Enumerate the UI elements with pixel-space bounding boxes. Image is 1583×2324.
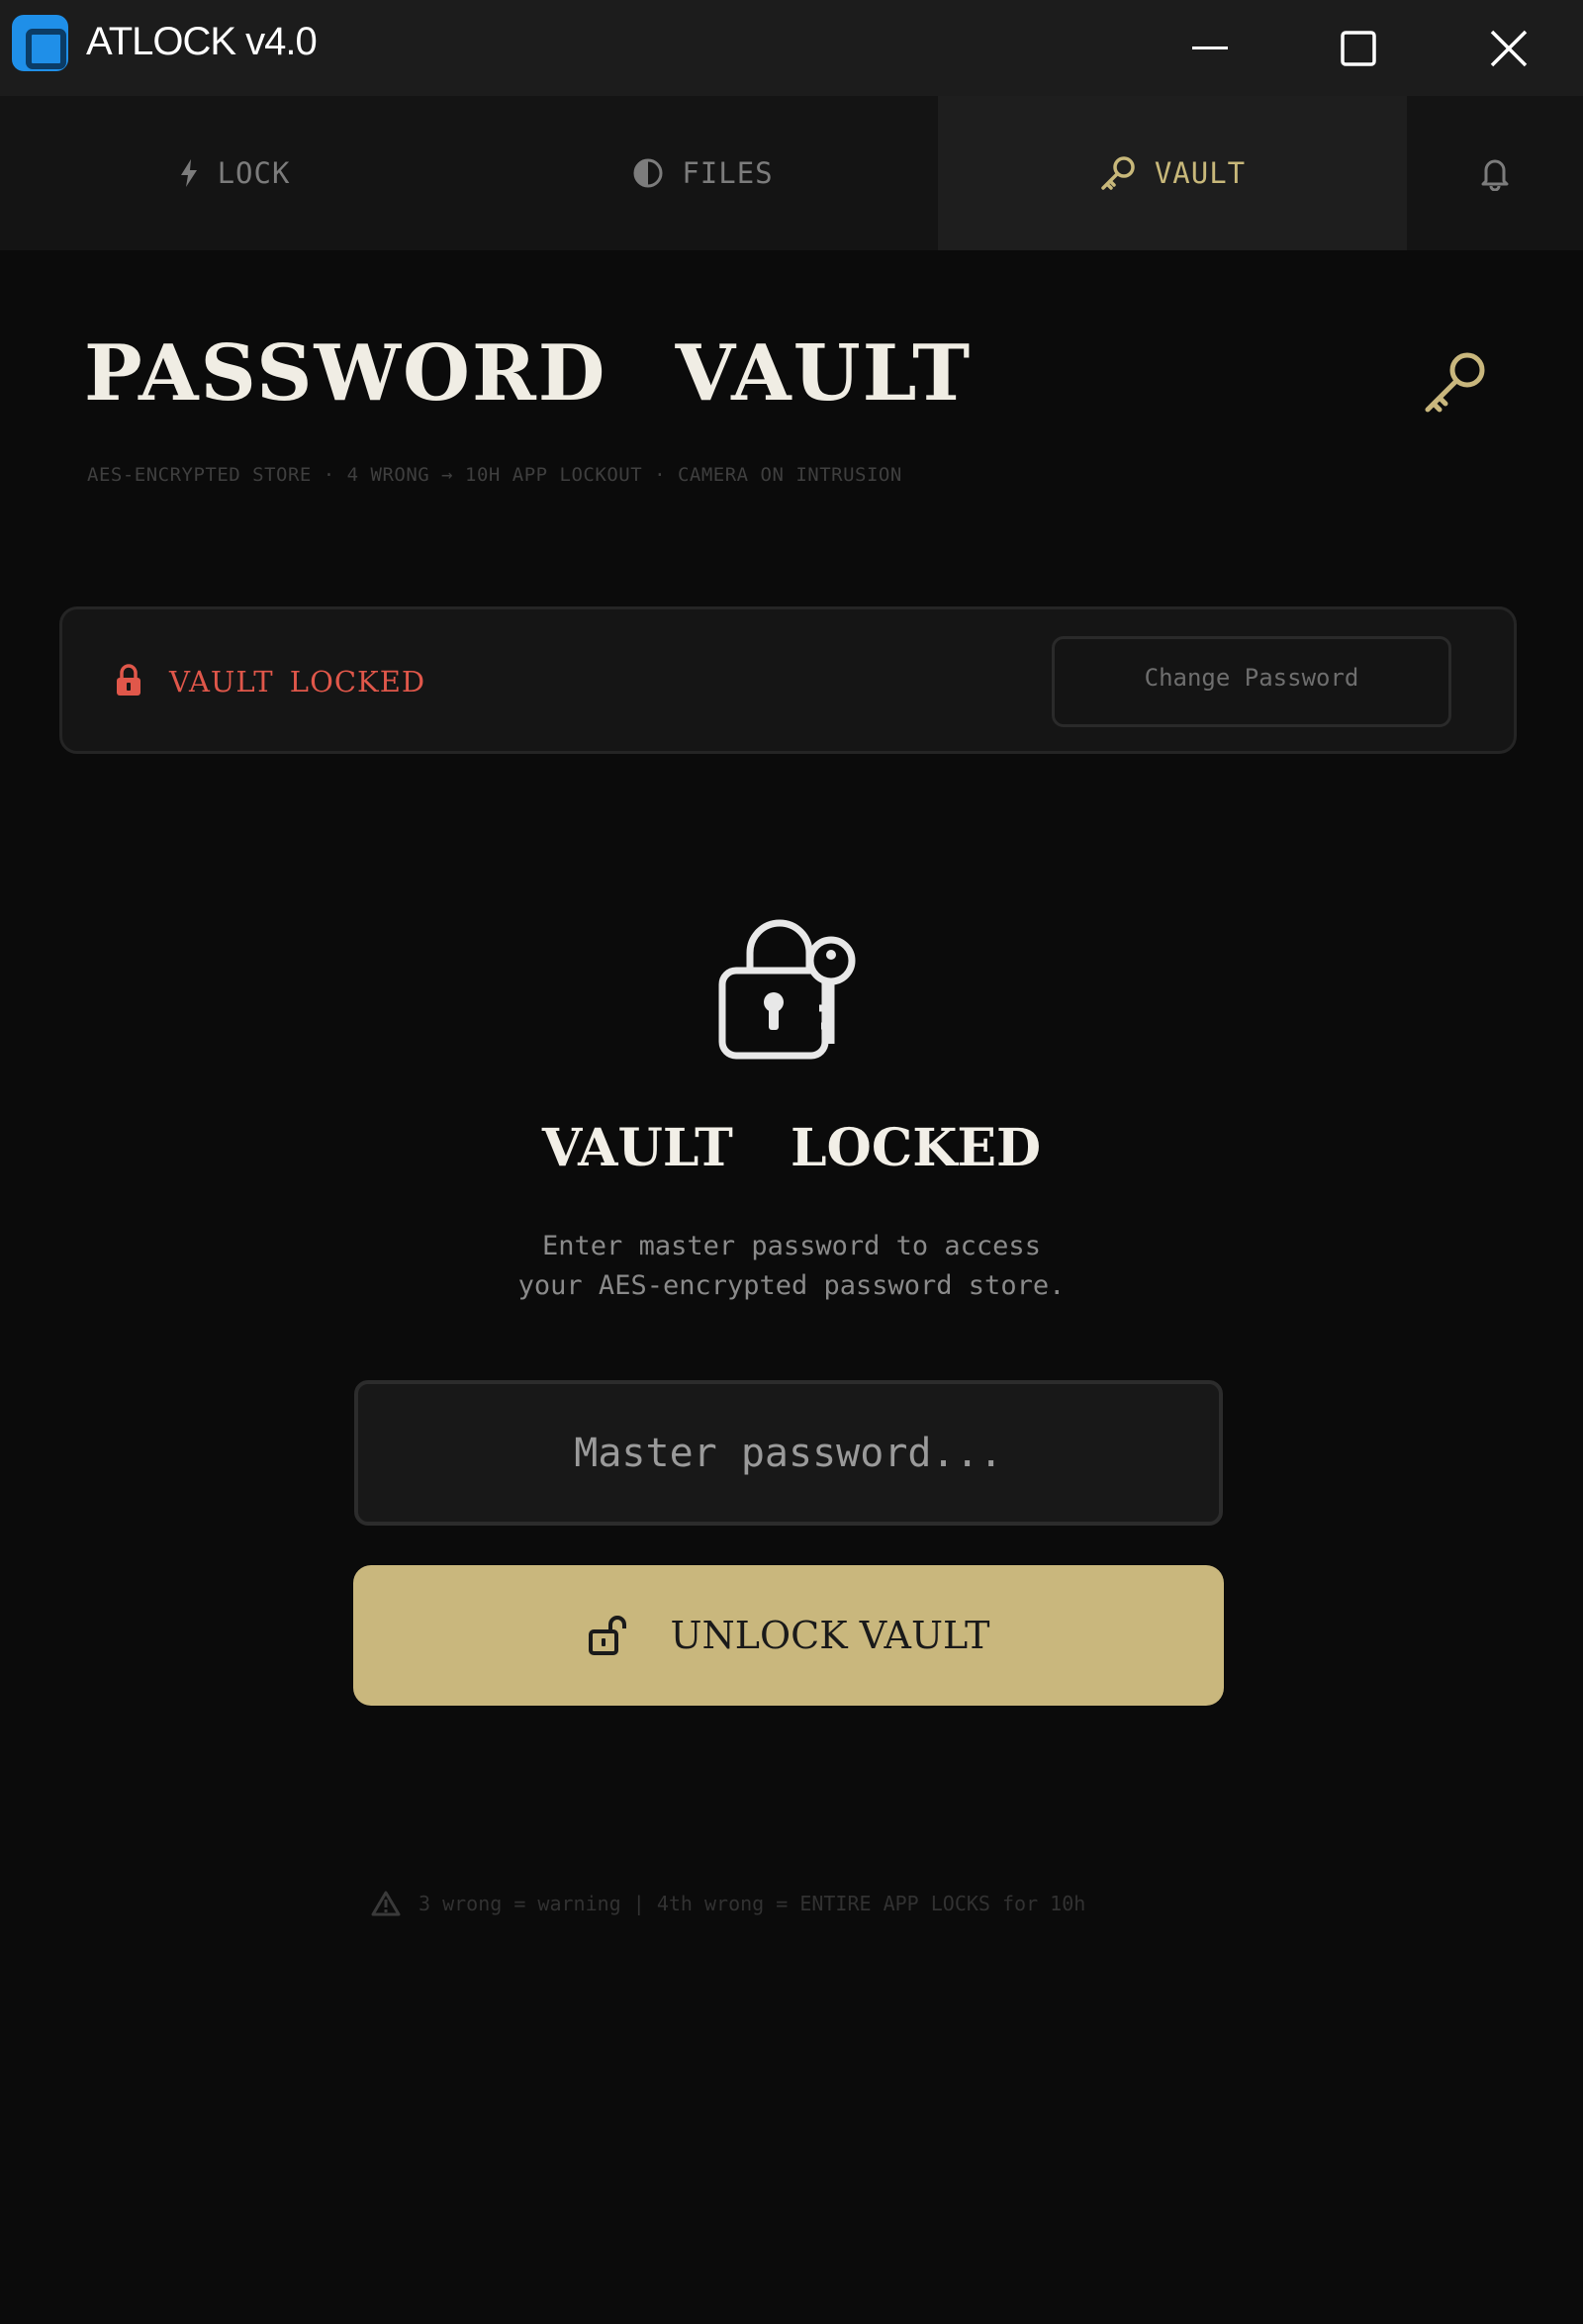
unlock-vault-label: UNLOCK VAULT xyxy=(670,1614,990,1657)
lockout-warning-text: 3 wrong = warning | 4th wrong = ENTIRE A… xyxy=(419,1892,1086,1915)
description-line-1: Enter master password to access xyxy=(542,1231,1041,1261)
half-circle-icon xyxy=(633,158,663,188)
lockout-warning: 3 wrong = warning | 4th wrong = ENTIRE A… xyxy=(371,1891,1085,1916)
vault-locked-heading: VAULT LOCKED xyxy=(541,1118,1042,1178)
key-icon xyxy=(1425,352,1485,413)
vault-status-text: VAULT LOCKED xyxy=(169,665,426,698)
tab-files[interactable]: FILES xyxy=(468,96,938,250)
unlock-icon xyxy=(589,1616,627,1655)
vault-description: Enter master password to access your AES… xyxy=(396,1227,1187,1306)
maximize-button[interactable] xyxy=(1284,0,1433,96)
tab-files-label: FILES xyxy=(682,156,774,190)
maximize-icon xyxy=(1341,30,1376,66)
tab-lock-label: LOCK xyxy=(217,156,291,190)
lock-icon xyxy=(117,664,140,696)
minimize-icon xyxy=(1192,46,1228,49)
page-subtitle: AES-ENCRYPTED STORE · 4 WRONG → 10H APP … xyxy=(87,464,902,486)
lock-key-icon xyxy=(718,919,856,1060)
close-icon xyxy=(1490,30,1528,66)
description-line-2: your AES-encrypted password store. xyxy=(517,1270,1066,1301)
warning-icon xyxy=(371,1891,401,1916)
change-password-button[interactable]: Change Password xyxy=(1052,636,1451,727)
app-logo-icon xyxy=(12,15,68,71)
tab-notifications[interactable] xyxy=(1407,96,1583,250)
key-icon xyxy=(1101,156,1135,190)
unlock-vault-button[interactable]: UNLOCK VAULT xyxy=(353,1565,1224,1706)
close-button[interactable] xyxy=(1435,0,1583,96)
page-title: PASSWORD VAULT xyxy=(84,328,973,418)
tab-vault-label: VAULT xyxy=(1154,156,1247,190)
tab-vault[interactable]: VAULT xyxy=(938,96,1407,250)
title-bar: ATLOCK v4.0 xyxy=(0,0,1583,96)
tab-bar: LOCK FILES VAULT xyxy=(0,96,1583,250)
bolt-icon xyxy=(180,159,197,187)
vault-status-card: VAULT LOCKED Change Password xyxy=(59,606,1517,754)
master-password-input[interactable] xyxy=(354,1380,1223,1526)
bell-icon xyxy=(1481,159,1509,191)
tab-lock[interactable]: LOCK xyxy=(0,96,468,250)
window-title: ATLOCK v4.0 xyxy=(86,20,318,63)
minimize-button[interactable] xyxy=(1136,0,1284,96)
